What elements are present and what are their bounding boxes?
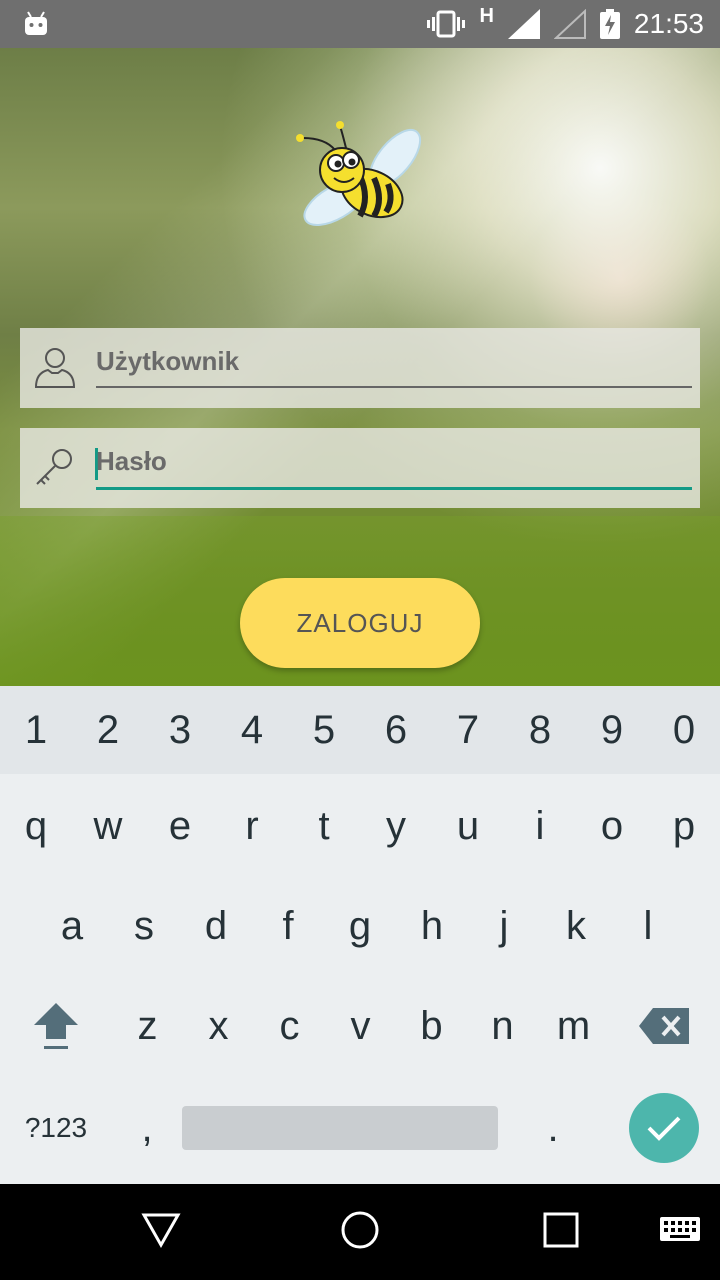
key-s[interactable]: s xyxy=(108,876,180,976)
home-icon[interactable] xyxy=(340,1210,380,1250)
key-z[interactable]: z xyxy=(112,976,183,1076)
key-d[interactable]: d xyxy=(180,876,252,976)
key-f[interactable]: f xyxy=(252,876,324,976)
symbols-key[interactable]: ?123 xyxy=(0,1078,112,1178)
key-l[interactable]: l xyxy=(612,876,684,976)
space-key[interactable] xyxy=(182,1078,498,1178)
key-a[interactable]: a xyxy=(36,876,108,976)
key-row-3: z x c v b n m xyxy=(0,976,720,1076)
key-8[interactable]: 8 xyxy=(504,686,576,774)
key-comma[interactable]: , xyxy=(112,1078,182,1178)
key-i[interactable]: i xyxy=(504,776,576,876)
key-9[interactable]: 9 xyxy=(576,686,648,774)
recents-icon[interactable] xyxy=(541,1210,581,1250)
space-bar xyxy=(182,1106,498,1150)
status-bar: H 21:53 xyxy=(0,0,720,48)
key-4[interactable]: 4 xyxy=(216,686,288,774)
login-button[interactable]: ZALOGUJ xyxy=(240,578,480,668)
username-placeholder: Użytkownik xyxy=(96,346,240,376)
enter-key[interactable] xyxy=(608,1078,720,1178)
key-p[interactable]: p xyxy=(648,776,720,876)
backspace-key[interactable] xyxy=(609,976,720,1076)
number-row: 1 2 3 4 5 6 7 8 9 0 xyxy=(0,686,720,774)
user-icon xyxy=(34,348,76,388)
key-icon xyxy=(36,449,72,485)
key-x[interactable]: x xyxy=(183,976,254,1076)
backspace-icon xyxy=(639,1008,689,1044)
key-row-2: a s d f g h j k l xyxy=(0,876,720,976)
key-7[interactable]: 7 xyxy=(432,686,504,774)
bee-logo-icon xyxy=(296,121,422,226)
vibrate-icon xyxy=(427,10,466,38)
key-h[interactable]: h xyxy=(396,876,468,976)
key-w[interactable]: w xyxy=(72,776,144,876)
clock: 21:53 xyxy=(633,8,704,39)
key-n[interactable]: n xyxy=(467,976,538,1076)
key-k[interactable]: k xyxy=(540,876,612,976)
key-e[interactable]: e xyxy=(144,776,216,876)
signal-empty-icon xyxy=(553,9,586,39)
key-c[interactable]: c xyxy=(254,976,325,1076)
username-underline xyxy=(96,386,692,388)
key-b[interactable]: b xyxy=(396,976,467,1076)
key-6[interactable]: 6 xyxy=(360,686,432,774)
key-v[interactable]: v xyxy=(325,976,396,1076)
key-m[interactable]: m xyxy=(538,976,609,1076)
key-q[interactable]: q xyxy=(0,776,72,876)
key-period[interactable]: . xyxy=(498,1078,608,1178)
key-o[interactable]: o xyxy=(576,776,648,876)
soft-keyboard: 1 2 3 4 5 6 7 8 9 0 q w e r t y u i o p … xyxy=(0,686,720,1184)
android-icon xyxy=(25,11,47,35)
username-field[interactable]: Użytkownik xyxy=(20,328,700,408)
password-underline xyxy=(96,487,692,490)
key-row-4: ?123 , . xyxy=(0,1078,720,1178)
key-2[interactable]: 2 xyxy=(72,686,144,774)
key-0[interactable]: 0 xyxy=(648,686,720,774)
key-r[interactable]: r xyxy=(216,776,288,876)
key-1[interactable]: 1 xyxy=(0,686,72,774)
key-u[interactable]: u xyxy=(432,776,504,876)
shift-key[interactable] xyxy=(0,976,112,1076)
back-icon[interactable] xyxy=(141,1210,181,1250)
key-j[interactable]: j xyxy=(468,876,540,976)
keyboard-switch-icon[interactable] xyxy=(659,1210,701,1250)
password-placeholder: Hasło xyxy=(96,446,167,476)
key-g[interactable]: g xyxy=(324,876,396,976)
key-t[interactable]: t xyxy=(288,776,360,876)
password-field[interactable]: Hasło xyxy=(20,428,700,508)
key-3[interactable]: 3 xyxy=(144,686,216,774)
enter-check-icon xyxy=(647,1116,681,1141)
shift-icon xyxy=(34,1003,78,1049)
key-5[interactable]: 5 xyxy=(288,686,360,774)
key-y[interactable]: y xyxy=(360,776,432,876)
login-screen: Użytkownik Hasło ZALOGUJ xyxy=(0,48,720,686)
enter-button xyxy=(629,1093,699,1163)
network-type: H xyxy=(479,4,494,27)
navigation-bar xyxy=(0,1184,720,1280)
signal-icon xyxy=(507,9,540,39)
battery-charging-icon xyxy=(599,9,620,39)
key-row-1: q w e r t y u i o p xyxy=(0,776,720,876)
